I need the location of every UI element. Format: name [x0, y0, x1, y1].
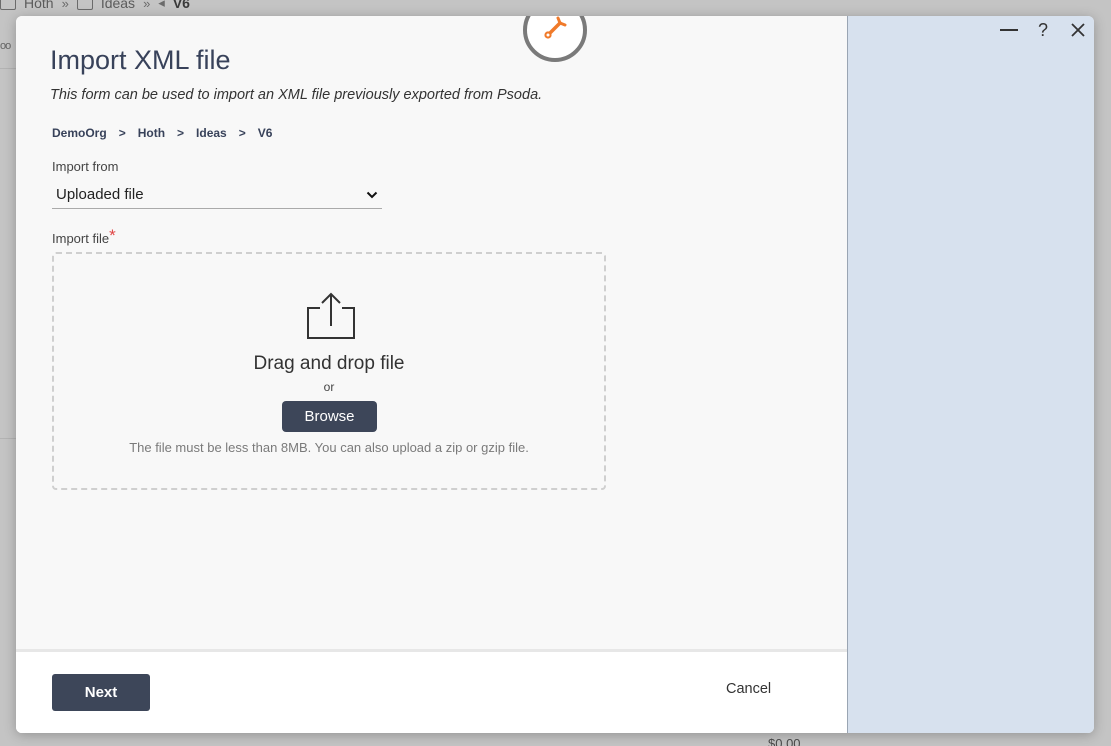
form-area: Import XML file This form can be used to…: [16, 16, 847, 733]
folder-icon: [0, 0, 16, 10]
bg-crumb-hoth: Hoth: [24, 0, 54, 11]
import-file-label: Import file*: [52, 226, 116, 248]
more-icon: oo: [0, 40, 11, 52]
upload-icon: [304, 290, 358, 342]
wrench-icon: [540, 16, 570, 48]
dialog-subtitle: This form can be used to import an XML f…: [50, 87, 543, 103]
side-panel: ?: [847, 16, 1094, 733]
import-file-label-text: Import file: [52, 231, 110, 246]
import-from-select[interactable]: Uploaded file: [52, 181, 382, 209]
dropzone-or: or: [323, 380, 335, 394]
chevron-right-icon: >: [177, 126, 185, 140]
breadcrumb-hoth[interactable]: Hoth: [138, 126, 165, 140]
browse-button[interactable]: Browse: [282, 401, 377, 432]
breadcrumb-ideas[interactable]: Ideas: [196, 126, 227, 140]
dropzone-title: Drag and drop file: [253, 353, 405, 374]
required-marker: *: [109, 226, 116, 245]
chevron-right-icon: >: [118, 126, 126, 140]
background-breadcrumb: Hoth » Ideas » ◂ V6: [0, 0, 190, 12]
minimize-icon[interactable]: [998, 20, 1020, 40]
breadcrumb: DemoOrg > Hoth > Ideas > V6: [52, 126, 272, 140]
breadcrumb-demoorg[interactable]: DemoOrg: [52, 126, 107, 140]
dialog-title: Import XML file: [50, 45, 231, 75]
dropzone-hint: The file must be less than 8MB. You can …: [129, 440, 529, 455]
dialog-footer: Next Cancel: [16, 649, 847, 733]
breadcrumb-v6[interactable]: V6: [258, 126, 273, 140]
file-dropzone[interactable]: Drag and drop file or Browse The file mu…: [52, 252, 606, 490]
folder-icon: [76, 0, 93, 10]
next-button[interactable]: Next: [52, 674, 150, 711]
double-chevron-icon: »: [143, 0, 151, 11]
import-from-value: Uploaded file: [56, 186, 144, 203]
background-amount: $0.00: [768, 736, 801, 746]
bg-crumb-ideas: Ideas: [100, 0, 136, 11]
import-from-label: Import from: [52, 159, 119, 174]
help-button[interactable]: ?: [1032, 20, 1054, 40]
double-chevron-icon: »: [61, 0, 69, 11]
chevron-right-icon: >: [238, 126, 246, 140]
chevron-down-icon: [366, 191, 382, 199]
cancel-button[interactable]: Cancel: [726, 681, 771, 697]
bg-crumb-v6: V6: [172, 0, 190, 11]
divider: [0, 68, 16, 69]
caret-left-icon: ◂: [158, 0, 165, 10]
import-xml-dialog: Import XML file This form can be used to…: [16, 16, 1094, 733]
divider: [0, 438, 16, 439]
close-icon[interactable]: [1067, 20, 1089, 40]
